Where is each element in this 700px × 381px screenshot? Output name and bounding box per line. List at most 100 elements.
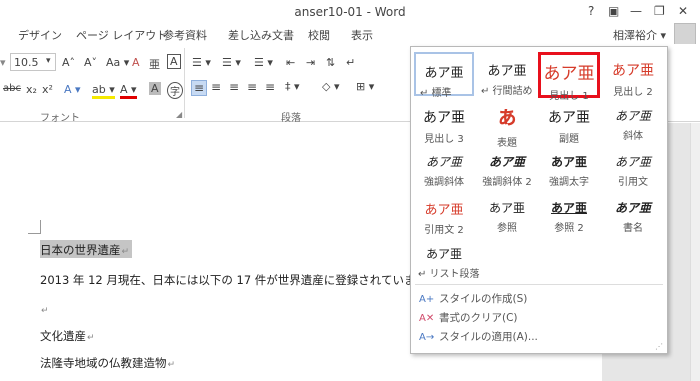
menu-label: スタイルの作成(S) <box>439 293 528 305</box>
minimize-button[interactable]: — <box>630 4 642 18</box>
style-subtitle[interactable]: あア亜 副題 <box>539 99 599 145</box>
numbering-button[interactable]: ☰ ▾ <box>222 56 241 69</box>
eraser-icon: A✕ <box>419 313 435 324</box>
vertical-scrollbar[interactable] <box>690 123 700 381</box>
subscript-button[interactable]: x₂ <box>26 83 37 96</box>
style-list-paragraph[interactable]: あア亜 ↵ リスト段落 <box>414 237 480 281</box>
distribute-button[interactable]: ≡ <box>265 80 275 94</box>
superscript-button[interactable]: x² <box>42 83 53 96</box>
style-heading-3[interactable]: あア亜 見出し 3 <box>414 99 474 145</box>
tab-mailings[interactable]: 差し込み文書 <box>228 27 294 43</box>
resize-grip-icon[interactable]: ⋰ <box>655 342 663 351</box>
style-label: 引用文 <box>618 177 648 188</box>
bullets-button[interactable]: ☰ ▾ <box>192 56 211 69</box>
tab-view[interactable]: 表示 <box>351 27 373 43</box>
character-shading-button[interactable]: A <box>149 82 161 95</box>
align-center-button[interactable]: ≡ <box>211 80 221 94</box>
style-sample: ぁ <box>495 104 518 130</box>
character-border-button[interactable]: A <box>167 54 181 69</box>
font-color-button[interactable]: A ▾ <box>120 83 137 99</box>
style-label: ↵ リスト段落 <box>418 269 480 280</box>
doc-line[interactable]: 日本の世界遺産↵ <box>40 242 129 258</box>
style-sample: あア亜 <box>548 110 590 126</box>
doc-line[interactable]: ↵ <box>40 302 49 316</box>
style-subtle-reference[interactable]: あア亜 参照 <box>477 191 537 235</box>
doc-line[interactable]: 法隆寺地域の仏教建造物↵ <box>40 355 175 371</box>
style-strong[interactable]: あア亜 強調太字 <box>539 145 599 189</box>
apply-styles-menu-item[interactable]: A→ スタイルの適用(A)... <box>419 329 538 344</box>
paragraph-mark: ↵ <box>87 333 95 343</box>
window-title: anser10-01 - Word <box>294 5 406 19</box>
font-dialog-launcher-icon[interactable]: ◢ <box>176 110 182 119</box>
tab-references[interactable]: 参考資料 <box>163 27 207 43</box>
style-intense-emphasis[interactable]: あア亜 強調斜体 2 <box>477 145 537 189</box>
decrease-indent-button[interactable]: ⇤ <box>286 56 295 69</box>
align-right-button[interactable]: ≡ <box>229 80 239 94</box>
sort-button[interactable]: ⇅ <box>326 56 335 69</box>
style-label: 強調斜体 <box>424 177 464 188</box>
ribbon-separator <box>184 48 185 118</box>
font-size-value: 10.5 <box>14 56 39 69</box>
change-case-button[interactable]: Aa ▾ <box>106 56 129 69</box>
show-marks-button[interactable]: ↵ <box>346 56 355 69</box>
restore-button[interactable]: ❐ <box>654 4 665 18</box>
doc-text: 法隆寺地域の仏教建造物 <box>40 356 167 370</box>
grow-font-button[interactable]: A˄ <box>62 56 75 69</box>
avatar[interactable] <box>674 23 696 45</box>
text-effects-button[interactable]: A ▾ <box>64 83 81 96</box>
doc-line[interactable]: 2013 年 12 月現在、日本には以下の 17 件が世界遺産に登録されていま <box>40 272 415 288</box>
phonetic-guide-button[interactable]: 亜 <box>149 56 160 72</box>
style-label: ↵ 標準 <box>420 88 452 99</box>
style-label: 見出し 2 <box>613 87 653 98</box>
style-normal[interactable]: あア亜 ↵ 標準 <box>414 52 474 99</box>
style-heading-1[interactable]: あア亜 見出し 1 <box>538 52 600 102</box>
style-sample: あア亜 <box>424 66 464 81</box>
create-style-menu-item[interactable]: A+ スタイルの作成(S) <box>419 291 527 306</box>
style-sample: あア亜 <box>614 201 651 215</box>
apply-styles-icon: A→ <box>419 332 435 343</box>
tab-review[interactable]: 校閲 <box>308 27 330 43</box>
increase-indent-button[interactable]: ⇥ <box>306 56 315 69</box>
style-title[interactable]: ぁ 表題 <box>477 99 537 149</box>
align-left-button[interactable]: ≡ <box>191 80 208 96</box>
style-label: ↵ 行間詰め <box>481 86 533 97</box>
justify-button[interactable]: ≡ <box>247 80 257 94</box>
crop-mark <box>40 220 41 234</box>
doc-line[interactable]: 文化遺産↵ <box>40 328 95 344</box>
tab-page-layout[interactable]: ページ レイアウト <box>76 27 167 43</box>
font-size-box[interactable]: 10.5 ▾ <box>10 53 56 71</box>
multilevel-list-button[interactable]: ☰ ▾ <box>254 56 273 69</box>
font-group-label: フォント <box>40 113 80 124</box>
borders-button[interactable]: ⊞ ▾ <box>356 80 374 93</box>
style-intense-quote[interactable]: あア亜 引用文 2 <box>414 191 474 236</box>
style-heading-2[interactable]: あア亜 見出し 2 <box>603 52 663 98</box>
shading-button[interactable]: ◇ ▾ <box>322 80 339 93</box>
style-book-title[interactable]: あア亜 書名 <box>603 191 663 235</box>
clear-formatting-button[interactable]: A <box>132 56 140 69</box>
enclose-characters-button[interactable]: 字 <box>167 82 183 99</box>
style-sample: あア亜 <box>614 109 651 123</box>
style-intense-reference[interactable]: あア亜 参照 2 <box>539 191 599 235</box>
close-button[interactable]: ✕ <box>678 4 688 18</box>
style-sample: あア亜 <box>423 110 465 126</box>
line-spacing-button[interactable]: ‡ ▾ <box>285 80 300 93</box>
style-subtle-emphasis[interactable]: あア亜 斜体 <box>603 99 663 143</box>
restore-ribbon-button[interactable]: ▣ <box>608 4 619 18</box>
style-emphasis[interactable]: あア亜 強調斜体 <box>414 145 474 189</box>
clear-formatting-menu-item[interactable]: A✕ 書式のクリア(C) <box>419 310 518 325</box>
style-sample: あア亜 <box>543 64 595 84</box>
tab-design[interactable]: デザイン <box>18 27 62 43</box>
style-no-spacing[interactable]: あア亜 ↵ 行間詰め <box>477 52 537 97</box>
shrink-font-button[interactable]: A˅ <box>84 56 97 69</box>
user-name[interactable]: 相澤裕介 ▾ <box>613 27 666 43</box>
help-button[interactable]: ? <box>588 4 594 18</box>
style-sample: あア亜 <box>425 155 462 169</box>
doc-text: 文化遺産 <box>40 329 86 343</box>
style-sample: あア亜 <box>612 63 654 79</box>
style-sample: あア亜 <box>614 155 651 169</box>
highlight-button[interactable]: ab ▾ <box>92 83 115 99</box>
style-quote[interactable]: あア亜 引用文 <box>603 145 663 189</box>
font-name-dropdown-arrow[interactable]: ▾ <box>0 56 6 69</box>
strikethrough-button[interactable]: abc <box>3 83 21 94</box>
style-sample: あア亜 <box>550 201 587 215</box>
